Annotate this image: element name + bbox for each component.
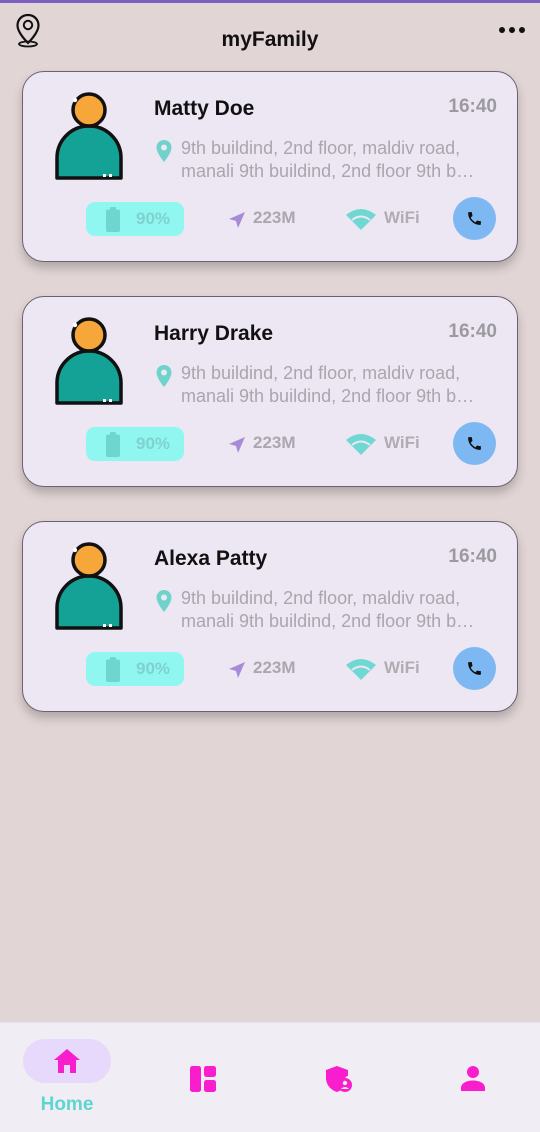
- last-seen-time: 16:40: [448, 546, 497, 567]
- member-name: Alexa Patty: [154, 547, 268, 570]
- phone-icon: [468, 212, 481, 225]
- phone-icon: [468, 662, 481, 675]
- battery-icon: [106, 207, 120, 232]
- member-address: 9th buildind, 2nd floor, maldiv road, ma…: [181, 363, 475, 406]
- more-dot: [499, 27, 505, 33]
- battery-level: 90%: [136, 659, 171, 678]
- distance-value: 223M: [253, 433, 296, 452]
- app-title: myFamily: [221, 28, 319, 51]
- bottom-navigation: Home: [0, 1022, 540, 1132]
- more-dot: [519, 27, 525, 33]
- battery-icon: [106, 432, 120, 457]
- battery-level: 90%: [136, 209, 171, 228]
- person-avatar-icon: [55, 92, 123, 180]
- network-type: WiFi: [384, 433, 420, 452]
- more-dot: [509, 27, 515, 33]
- member-name: Matty Doe: [154, 97, 255, 120]
- battery-level: 90%: [136, 434, 171, 453]
- member-card[interactable]: Alexa Patty 16:40 9th buildind, 2nd floo…: [22, 521, 518, 712]
- last-seen-time: 16:40: [448, 321, 497, 342]
- last-seen-time: 16:40: [448, 96, 497, 117]
- shield-user-icon[interactable]: [323, 1064, 353, 1094]
- call-button[interactable]: [453, 197, 496, 240]
- person-avatar-icon: [55, 317, 123, 405]
- battery-badge: 90%: [86, 202, 184, 236]
- app-header: myFamily: [0, 0, 540, 72]
- member-name: Harry Drake: [154, 322, 274, 345]
- member-card[interactable]: Matty Doe 16:40 9th buildind, 2nd floor,…: [22, 71, 518, 262]
- wifi-icon: [346, 209, 376, 230]
- person-icon[interactable]: [458, 1064, 488, 1094]
- call-button[interactable]: [453, 647, 496, 690]
- dashboard-icon[interactable]: [188, 1064, 218, 1094]
- network-type: WiFi: [384, 208, 420, 227]
- navigation-arrow-icon: [229, 212, 245, 228]
- member-address: 9th buildind, 2nd floor, maldiv road, ma…: [181, 588, 475, 631]
- distance-value: 223M: [253, 208, 296, 227]
- battery-badge: 90%: [86, 427, 184, 461]
- battery-badge: 90%: [86, 652, 184, 686]
- navigation-arrow-icon: [229, 662, 245, 678]
- member-card[interactable]: Harry Drake 16:40 9th buildind, 2nd floo…: [22, 296, 518, 487]
- phone-icon: [468, 437, 481, 450]
- wifi-icon: [346, 659, 376, 680]
- more-options-button[interactable]: [496, 18, 528, 42]
- location-pin-icon: [156, 365, 172, 387]
- network-type: WiFi: [384, 658, 420, 677]
- navigation-arrow-icon: [229, 437, 245, 453]
- wifi-icon: [346, 434, 376, 455]
- location-pin-icon: [156, 140, 172, 162]
- person-avatar-icon: [55, 542, 123, 630]
- home-icon[interactable]: [52, 1046, 82, 1076]
- battery-icon: [106, 657, 120, 682]
- distance-value: 223M: [253, 658, 296, 677]
- call-button[interactable]: [453, 422, 496, 465]
- location-pin-icon: [156, 590, 172, 612]
- member-address: 9th buildind, 2nd floor, maldiv road, ma…: [181, 138, 475, 181]
- nav-home-label[interactable]: Home: [23, 1094, 111, 1116]
